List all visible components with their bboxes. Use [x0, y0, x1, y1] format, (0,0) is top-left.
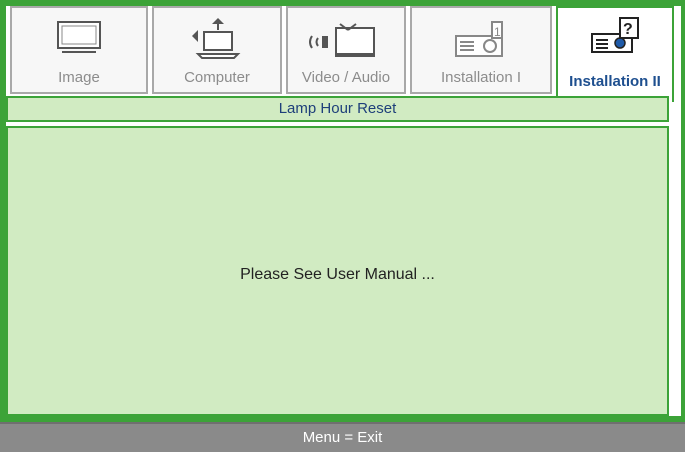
tab-installation-2[interactable]: ? Installation II [556, 6, 674, 102]
message-text: Please See User Manual ... [240, 266, 435, 283]
computer-icon [154, 14, 280, 66]
projector-help-icon: ? [558, 14, 672, 66]
tab-computer-label: Computer [184, 69, 250, 86]
content-panel: Please See User Manual ... [6, 126, 669, 416]
tab-installation-1-label: Installation I [440, 69, 522, 86]
tab-image[interactable]: Image [10, 6, 148, 94]
tab-video-audio-label: Video / Audio [301, 69, 391, 86]
section-title: Lamp Hour Reset [6, 96, 669, 122]
svg-text:?: ? [623, 21, 633, 38]
svg-text:1: 1 [494, 25, 501, 39]
projector-icon: 1 [412, 14, 550, 66]
tab-bar: Image Computer Video / Audio 1 Installat… [0, 0, 675, 102]
tab-image-label: Image [58, 69, 100, 86]
tab-installation-1[interactable]: 1 Installation I [410, 6, 552, 94]
video-audio-icon [288, 14, 404, 66]
tab-installation-2-label: Installation II [569, 73, 661, 90]
footer-hint: Menu = Exit [302, 429, 383, 446]
tab-computer[interactable]: Computer [152, 6, 282, 94]
tab-video-audio[interactable]: Video / Audio [286, 6, 406, 94]
footer-bar: Menu = Exit [0, 422, 685, 452]
monitor-icon [12, 14, 146, 66]
